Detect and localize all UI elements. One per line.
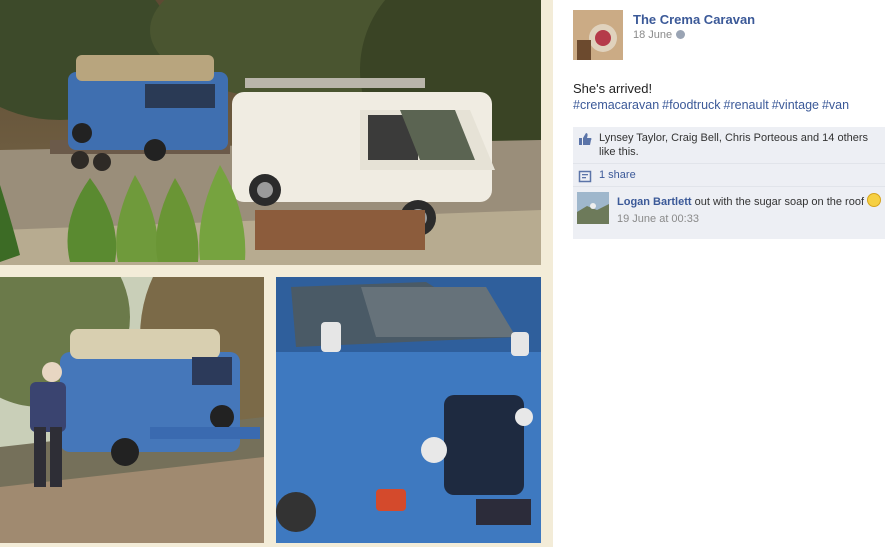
share-icon: [578, 169, 592, 183]
post-date-text[interactable]: 18 June: [633, 29, 672, 41]
commenter-name-link[interactable]: Logan Bartlett: [617, 196, 692, 208]
page-name-link[interactable]: The Crema Caravan: [633, 12, 755, 27]
hashtag-link[interactable]: #cremacaravan: [573, 98, 659, 112]
hashtag-link[interactable]: #foodtruck: [662, 98, 720, 112]
comment-text: out with the sugar soap on the roof: [694, 196, 865, 208]
smiley-icon: [867, 193, 882, 207]
page-avatar[interactable]: [573, 10, 623, 60]
photo-van-front-closeup[interactable]: [276, 277, 541, 543]
photo-collage[interactable]: [0, 0, 553, 547]
photo-man-with-blue-van[interactable]: [0, 277, 264, 543]
likes-text[interactable]: Lynsey Taylor, Craig Bell, Chris Porteou…: [599, 132, 868, 158]
post-date[interactable]: 18 June: [633, 29, 686, 41]
photo-vans-on-driveway[interactable]: [0, 0, 541, 265]
shares-link[interactable]: 1 share: [599, 169, 636, 181]
post-header: The Crema Caravan 18 June: [573, 10, 885, 62]
comment-body: Logan Bartlett out with the sugar soap o…: [617, 193, 883, 227]
feedback-box: Lynsey Taylor, Craig Bell, Chris Porteou…: [573, 127, 885, 239]
hashtag-link[interactable]: #vintage: [772, 98, 819, 112]
likes-row: Lynsey Taylor, Craig Bell, Chris Porteou…: [573, 127, 885, 164]
hashtag-link[interactable]: #van: [822, 98, 849, 112]
hashtag-list: #cremacaravan #foodtruck #renault #vintage #…: [573, 97, 885, 114]
comment-timestamp[interactable]: 19 June at 00:33: [617, 212, 883, 227]
commenter-avatar[interactable]: [577, 192, 609, 224]
shares-row: 1 share: [573, 164, 885, 187]
hashtag-link[interactable]: #renault: [724, 98, 769, 112]
comment: Logan Bartlett out with the sugar soap o…: [573, 187, 885, 239]
globe-icon: [676, 30, 686, 39]
post: The Crema Caravan 18 June She's arrived!…: [573, 10, 885, 239]
thumbs-up-icon: [578, 132, 592, 146]
post-message: She's arrived!: [573, 81, 653, 96]
